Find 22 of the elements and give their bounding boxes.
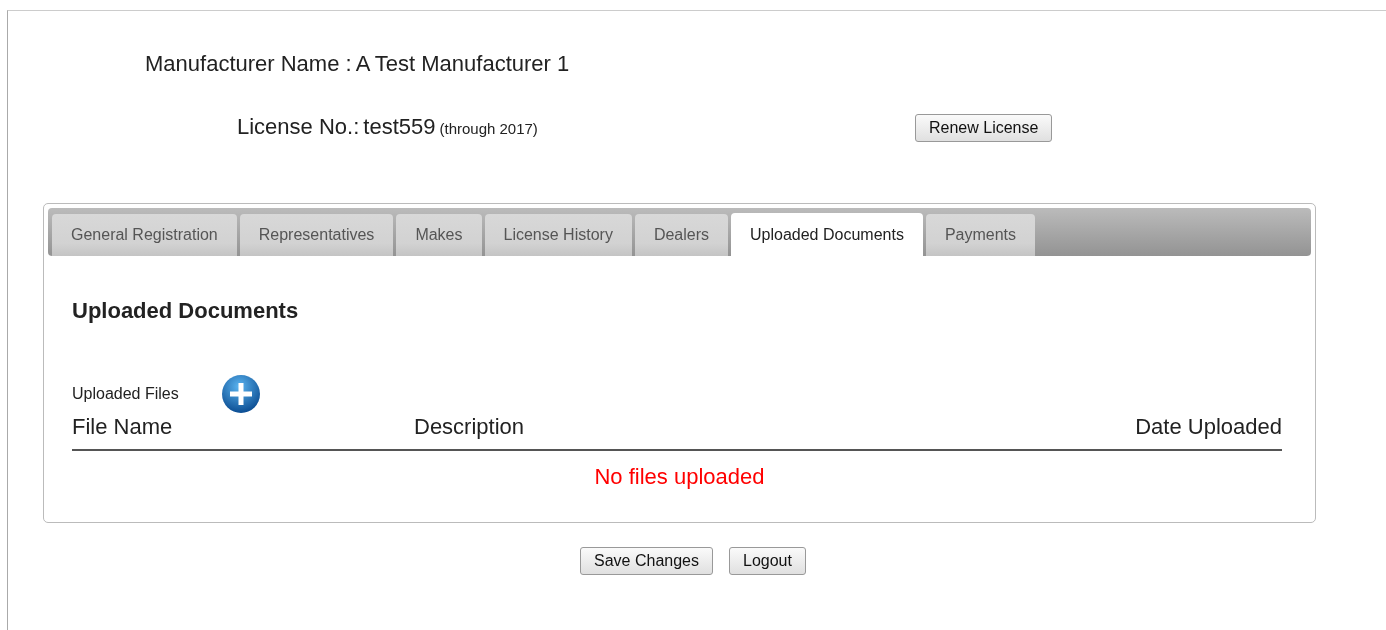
license-term: (through 2017) bbox=[439, 120, 538, 137]
tab[interactable]: Makes bbox=[396, 214, 482, 256]
renew-license-button[interactable]: Renew License bbox=[915, 114, 1053, 142]
license-number: test559 bbox=[363, 114, 436, 140]
tab[interactable]: Representatives bbox=[239, 214, 394, 256]
section-heading: Uploaded Documents bbox=[72, 298, 300, 324]
uploaded-files-label: Uploaded Files bbox=[72, 385, 179, 403]
column-header: File Name bbox=[72, 414, 174, 440]
column-header: Description bbox=[414, 414, 526, 440]
tab[interactable]: License History bbox=[484, 214, 632, 256]
tab[interactable]: Uploaded Documents bbox=[731, 213, 923, 256]
manufacturer-label: Manufacturer Name : bbox=[145, 51, 352, 77]
manufacturer-name: A Test Manufacturer 1 bbox=[355, 51, 570, 77]
tab[interactable]: General Registration bbox=[52, 214, 237, 256]
tab[interactable]: Dealers bbox=[634, 214, 728, 256]
action-button[interactable]: Logout bbox=[729, 547, 806, 575]
tab[interactable]: Payments bbox=[925, 214, 1036, 256]
license-label: License No.: bbox=[237, 114, 360, 140]
empty-message: No files uploaded bbox=[594, 464, 765, 489]
add-icon[interactable] bbox=[220, 374, 261, 414]
column-header: Date Uploaded bbox=[1135, 414, 1282, 440]
action-button[interactable]: Save Changes bbox=[580, 547, 713, 575]
